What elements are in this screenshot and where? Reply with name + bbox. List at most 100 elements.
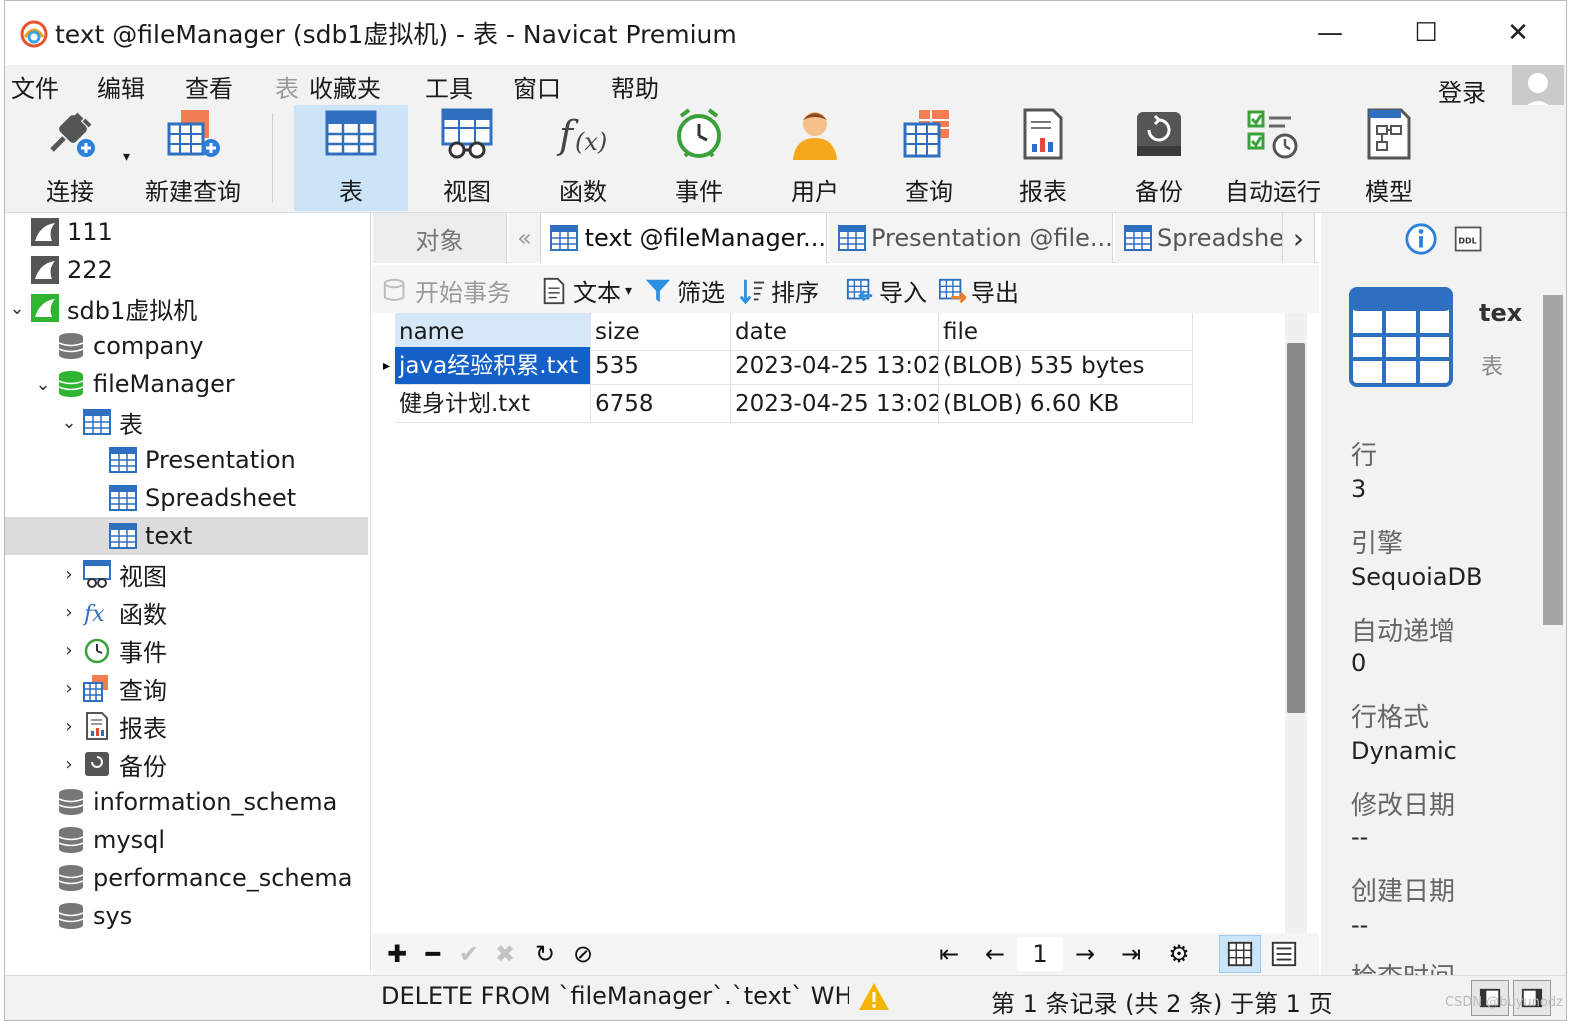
refresh-icon[interactable]: ↻ [529,939,561,969]
tab-scroll-left-icon[interactable]: « [509,213,541,263]
toolbar-new-query[interactable]: 新建查询 [139,105,247,211]
tree-connection-222[interactable]: 222 [5,251,368,289]
tree-folder-functions[interactable]: › fx 函数 [5,593,368,631]
import-button[interactable]: 导入 [845,273,927,308]
begin-transaction-button[interactable]: 开始事务 [381,273,511,308]
tab-scroll-right-icon[interactable]: › [1283,213,1315,263]
chevron-down-icon[interactable]: ⌄ [57,412,81,433]
toolbar-connect[interactable]: 连接 [25,105,115,211]
chevron-down-icon[interactable]: ⌄ [31,374,55,395]
settings-gear-icon[interactable]: ⚙ [1163,939,1195,969]
chevron-down-icon[interactable]: ⌄ [5,298,29,319]
previous-page-icon[interactable]: ← [979,939,1011,969]
chevron-right-icon[interactable]: › [57,602,81,623]
stop-icon[interactable]: ⊘ [567,939,599,969]
tab-presentation[interactable]: Presentation @file... [829,213,1113,263]
menu-help[interactable]: 帮助 [611,69,659,104]
add-record-icon[interactable]: ✚ [381,939,413,969]
tree-connection-111[interactable]: 111 [5,213,368,251]
tab-text-filemanager[interactable]: text @fileManager... [541,213,827,263]
tab-spreadsheet[interactable]: Spreadshe [1115,213,1283,263]
login-link[interactable]: 登录 [1438,73,1486,108]
menu-edit[interactable]: 编辑 [97,69,145,104]
grid-view-button[interactable] [1219,935,1261,973]
warning-icon[interactable] [857,980,891,1014]
column-header-size[interactable]: size [591,313,731,351]
tree-table-presentation[interactable]: Presentation [5,441,368,479]
info-icon[interactable] [1403,221,1439,257]
toolbar-query[interactable]: 查询 [879,105,979,211]
filter-button[interactable]: 筛选 [643,273,725,308]
tree-db-mysql[interactable]: mysql [5,821,368,859]
toolbar-backup[interactable]: 备份 [1109,105,1209,211]
toolbar-automation[interactable]: 自动运行 [1223,105,1323,211]
apply-changes-icon[interactable]: ✔ [453,939,485,969]
menu-favorites[interactable]: 收藏夹 [309,69,381,104]
next-page-icon[interactable]: → [1069,939,1101,969]
toolbar-user[interactable]: 用户 [765,105,865,211]
table-cell[interactable]: java经验积累.txt [395,347,591,385]
tree-folder-tables[interactable]: ⌄ 表 [5,403,368,441]
menu-tools[interactable]: 工具 [425,69,473,104]
tree-folder-events[interactable]: › 事件 [5,631,368,669]
tree-folder-views[interactable]: › 视图 [5,555,368,593]
menu-window[interactable]: 窗口 [513,69,561,104]
toolbar-view[interactable]: 视图 [417,105,517,211]
tree-db-information-schema[interactable]: information_schema [5,783,368,821]
column-header-file[interactable]: file [939,313,1193,351]
table-cell[interactable]: (BLOB) 6.60 KB [939,385,1193,423]
table-cell[interactable]: 健身计划.txt [395,385,591,423]
menu-table[interactable]: 表 [275,69,299,104]
tree-connection-sdb1[interactable]: ⌄ sdb1虚拟机 [5,289,368,327]
ddl-icon[interactable]: DDL [1451,221,1487,257]
tree-db-filemanager[interactable]: ⌄ fileManager [5,365,368,403]
table-cell[interactable]: 2023-04-25 13:02: [731,385,939,423]
chevron-right-icon[interactable]: › [57,754,81,775]
chevron-right-icon[interactable]: › [57,564,81,585]
delete-record-icon[interactable]: ━ [417,939,449,969]
grid-scrollbar-thumb[interactable] [1287,343,1305,713]
chevron-right-icon[interactable]: › [57,716,81,737]
maximize-button[interactable]: ☐ [1391,9,1461,57]
grid-view-icon [1227,941,1253,967]
text-view-button[interactable]: 文本 ▾ [539,273,632,308]
title-bar: text @fileManager (sdb1虚拟机) - 表 - Navica… [5,1,1566,63]
tree-table-spreadsheet[interactable]: Spreadsheet [5,479,368,517]
object-info-panel: DDL tex 表 行 3 引擎 SequoiaDB 自动递增 0 行格式 Dy… [1321,213,1566,975]
toolbar-function[interactable]: f (x) 函数 [533,105,633,211]
tree-db-company[interactable]: company [5,327,368,365]
export-button[interactable]: 导出 [937,273,1019,308]
page-number-input[interactable]: 1 [1017,937,1063,971]
tree-folder-queries[interactable]: › 查询 [5,669,368,707]
discard-changes-icon[interactable]: ✖ [489,939,521,969]
column-header-name[interactable]: name [395,313,591,351]
table-cell[interactable]: 2023-04-25 13:02: [731,347,939,385]
info-scrollbar-thumb[interactable] [1543,295,1563,625]
function-icon: fx [81,597,113,627]
tree-table-text[interactable]: text [5,517,368,555]
menu-file[interactable]: 文件 [11,69,59,104]
close-button[interactable]: ✕ [1483,9,1553,57]
table-cell[interactable]: 6758 [591,385,731,423]
first-page-icon[interactable]: ⇤ [933,939,965,969]
toolbar-table[interactable]: 表 [294,105,408,211]
tab-objects[interactable]: 对象 [373,213,507,263]
toolbar-report[interactable]: 报表 [993,105,1093,211]
menu-view[interactable]: 查看 [185,69,233,104]
connect-dropdown-icon[interactable]: ▾ [123,149,130,165]
tree-db-sys[interactable]: sys [5,897,368,935]
table-cell[interactable]: (BLOB) 535 bytes [939,347,1193,385]
column-header-date[interactable]: date [731,313,939,351]
toolbar-model[interactable]: 模型 [1339,105,1439,211]
tree-folder-reports[interactable]: › 报表 [5,707,368,745]
tree-folder-backups[interactable]: › 备份 [5,745,368,783]
sort-button[interactable]: 排序 [737,273,819,308]
table-cell[interactable]: 535 [591,347,731,385]
toolbar-event[interactable]: 事件 [649,105,749,211]
last-page-icon[interactable]: ⇥ [1115,939,1147,969]
tree-db-performance-schema[interactable]: performance_schema [5,859,368,897]
chevron-right-icon[interactable]: › [57,678,81,699]
minimize-button[interactable]: — [1295,9,1365,57]
chevron-right-icon[interactable]: › [57,640,81,661]
form-view-button[interactable] [1263,935,1305,973]
